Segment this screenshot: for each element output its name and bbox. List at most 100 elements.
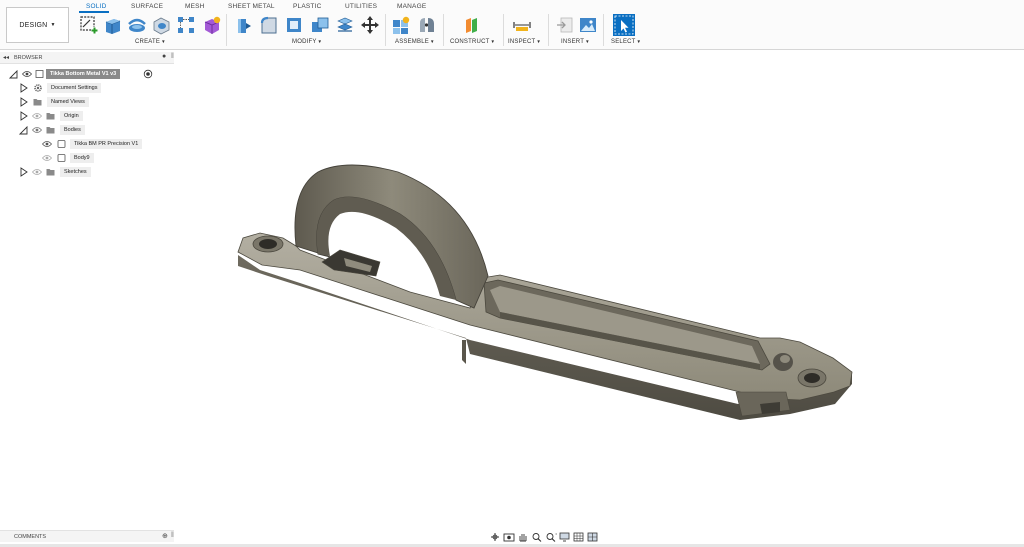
chevron-down-icon: ▼: [50, 22, 56, 28]
revolve-icon[interactable]: [127, 15, 147, 35]
comments-panel-header[interactable]: COMMENTS ⊕ ‖: [0, 530, 174, 542]
body-2-label[interactable]: Body9: [70, 153, 94, 163]
canvas-icon[interactable]: [578, 15, 598, 35]
eye-hidden-icon[interactable]: [42, 154, 52, 162]
create-form-icon[interactable]: [201, 15, 221, 35]
eye-icon[interactable]: [42, 140, 52, 148]
collapsed-triangle-icon[interactable]: [19, 83, 28, 93]
bottom-metal-model[interactable]: [175, 52, 1024, 530]
look-at-icon[interactable]: [502, 531, 515, 542]
gear-icon: [34, 84, 42, 92]
group-separator: [226, 14, 227, 46]
joint-icon[interactable]: [417, 15, 437, 35]
comments-title: COMMENTS: [14, 534, 47, 540]
folder-icon: [46, 169, 55, 176]
eye-hidden-icon[interactable]: [32, 112, 42, 120]
insert-group-label[interactable]: INSERT▼: [561, 39, 590, 45]
construct-group-label[interactable]: CONSTRUCT▼: [450, 39, 495, 45]
browser-row-root[interactable]: Tikka Bottom Metal V1 v3: [0, 68, 174, 80]
active-tab-indicator: [79, 11, 109, 13]
browser-title: BROWSER: [14, 55, 43, 61]
add-comment-icon[interactable]: ⊕: [162, 532, 168, 540]
group-separator: [548, 14, 549, 46]
document-settings-label[interactable]: Document Settings: [47, 83, 102, 93]
collapsed-triangle-icon[interactable]: [19, 97, 28, 107]
press-pull-icon[interactable]: [233, 15, 253, 35]
orbit-icon[interactable]: [488, 531, 501, 542]
align-icon[interactable]: [335, 15, 355, 35]
options-icon[interactable]: ●: [162, 53, 166, 60]
pan-icon[interactable]: [516, 531, 529, 542]
assemble-group-label[interactable]: ASSEMBLE▼: [395, 39, 435, 45]
pattern-icon[interactable]: [176, 15, 196, 35]
new-sketch-icon[interactable]: [79, 15, 99, 35]
browser-row-bodies[interactable]: Bodies: [0, 124, 174, 136]
tab-surface[interactable]: SURFACE: [131, 3, 163, 10]
body-icon: [57, 154, 66, 162]
group-separator: [385, 14, 386, 46]
extrude-icon[interactable]: [102, 15, 122, 35]
tab-mesh[interactable]: MESH: [185, 3, 205, 10]
tab-solid[interactable]: SOLID: [86, 3, 107, 10]
browser-row-body-1[interactable]: Tikka BM PR Precision V1: [0, 138, 174, 150]
offset-plane-icon[interactable]: [462, 15, 482, 35]
tab-manage[interactable]: MANAGE: [397, 3, 426, 10]
browser-row-document-settings[interactable]: Document Settings: [0, 82, 174, 94]
3d-viewport[interactable]: [175, 52, 1024, 530]
document-icon: [35, 70, 44, 78]
fusion-app: DESIGN ▼ SOLID SURFACE MESH SHEET METAL …: [0, 0, 1024, 547]
panel-grip-icon[interactable]: ‖: [171, 532, 174, 539]
insert-icon[interactable]: [555, 15, 575, 35]
root-component-label[interactable]: Tikka Bottom Metal V1 v3: [46, 69, 121, 79]
collapse-icon[interactable]: ◂◂: [3, 54, 9, 61]
zoom-icon[interactable]: [530, 531, 543, 542]
browser-header[interactable]: ◂◂ BROWSER ● ‖: [0, 52, 174, 64]
browser-row-sketches[interactable]: Sketches: [0, 166, 174, 178]
shell-icon[interactable]: [284, 15, 304, 35]
viewports-icon[interactable]: [586, 531, 599, 542]
group-separator: [503, 14, 504, 46]
fillet-icon[interactable]: [259, 15, 279, 35]
move-icon[interactable]: [360, 15, 380, 35]
named-views-label[interactable]: Named Views: [47, 97, 89, 107]
group-separator: [603, 14, 604, 46]
zoom-window-icon[interactable]: [544, 531, 557, 542]
body-1-label[interactable]: Tikka BM PR Precision V1: [70, 139, 143, 149]
modify-group-label[interactable]: MODIFY▼: [292, 39, 322, 45]
eye-hidden-icon[interactable]: [32, 168, 42, 176]
browser-row-named-views[interactable]: Named Views: [0, 96, 174, 108]
tab-sheet-metal[interactable]: SHEET METAL: [228, 3, 275, 10]
folder-icon: [46, 113, 55, 120]
toolbar: DESIGN ▼ SOLID SURFACE MESH SHEET METAL …: [0, 0, 1024, 50]
navigation-toolbar: [488, 531, 599, 543]
browser-row-body-2[interactable]: Body9: [0, 152, 174, 164]
tab-plastic[interactable]: PLASTIC: [293, 3, 322, 10]
create-group-label[interactable]: CREATE▼: [135, 39, 166, 45]
expanded-triangle-icon[interactable]: [9, 69, 18, 79]
bodies-label[interactable]: Bodies: [60, 125, 85, 135]
collapsed-triangle-icon[interactable]: [19, 167, 28, 177]
inspect-group-label[interactable]: INSPECT▼: [508, 39, 541, 45]
folder-icon: [46, 127, 55, 134]
measure-icon[interactable]: [512, 15, 532, 35]
browser-row-origin[interactable]: Origin: [0, 110, 174, 122]
hole-icon[interactable]: [151, 15, 171, 35]
workspace-label: DESIGN: [19, 21, 48, 29]
origin-label[interactable]: Origin: [60, 111, 83, 121]
collapsed-triangle-icon[interactable]: [19, 111, 28, 121]
tab-utilities[interactable]: UTILITIES: [345, 3, 377, 10]
select-group-label[interactable]: SELECT▼: [611, 39, 641, 45]
body-icon: [57, 140, 66, 148]
eye-icon[interactable]: [22, 70, 32, 78]
grid-settings-icon[interactable]: [572, 531, 585, 542]
panel-grip-icon[interactable]: ‖: [171, 53, 174, 60]
activate-radio-icon[interactable]: [143, 69, 153, 79]
workspace-dropdown[interactable]: DESIGN ▼: [6, 7, 69, 43]
expanded-triangle-icon[interactable]: [19, 125, 28, 135]
sketches-label[interactable]: Sketches: [60, 167, 91, 177]
select-icon[interactable]: [613, 14, 635, 36]
combine-icon[interactable]: [310, 15, 330, 35]
display-settings-icon[interactable]: [558, 531, 571, 542]
new-component-icon[interactable]: [391, 15, 411, 35]
eye-icon[interactable]: [32, 126, 42, 134]
